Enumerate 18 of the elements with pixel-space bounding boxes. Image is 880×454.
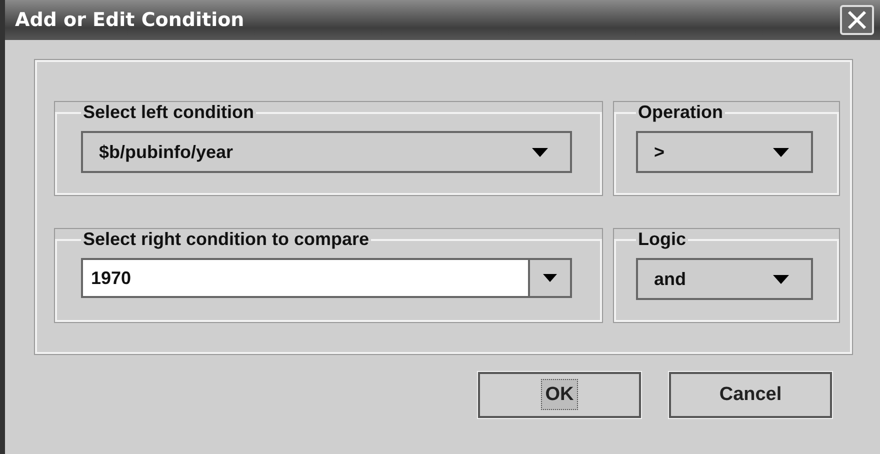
text-field[interactable]: 1970 [81, 258, 528, 298]
close-icon [846, 9, 868, 31]
caret-icon [773, 148, 789, 156]
group-label: Operation [637, 102, 724, 123]
caret-icon [532, 148, 548, 156]
dropdown[interactable]: $b/pubinfo/year [81, 131, 572, 173]
window-title: Add or Edit Condition [15, 9, 244, 31]
dialog-button[interactable]: OK [478, 372, 641, 418]
group-label: Select left condition [82, 102, 256, 123]
dialog-button[interactable]: Cancel [669, 372, 832, 418]
group-label: Logic [637, 229, 687, 250]
group-label: Select right condition to compare [82, 229, 370, 250]
caret-icon [543, 274, 557, 282]
dropdown-button[interactable] [528, 258, 572, 298]
caret-icon [773, 274, 789, 284]
dropdown[interactable]: and [636, 258, 813, 300]
close-button[interactable] [840, 5, 874, 35]
dropdown[interactable]: > [636, 131, 813, 173]
